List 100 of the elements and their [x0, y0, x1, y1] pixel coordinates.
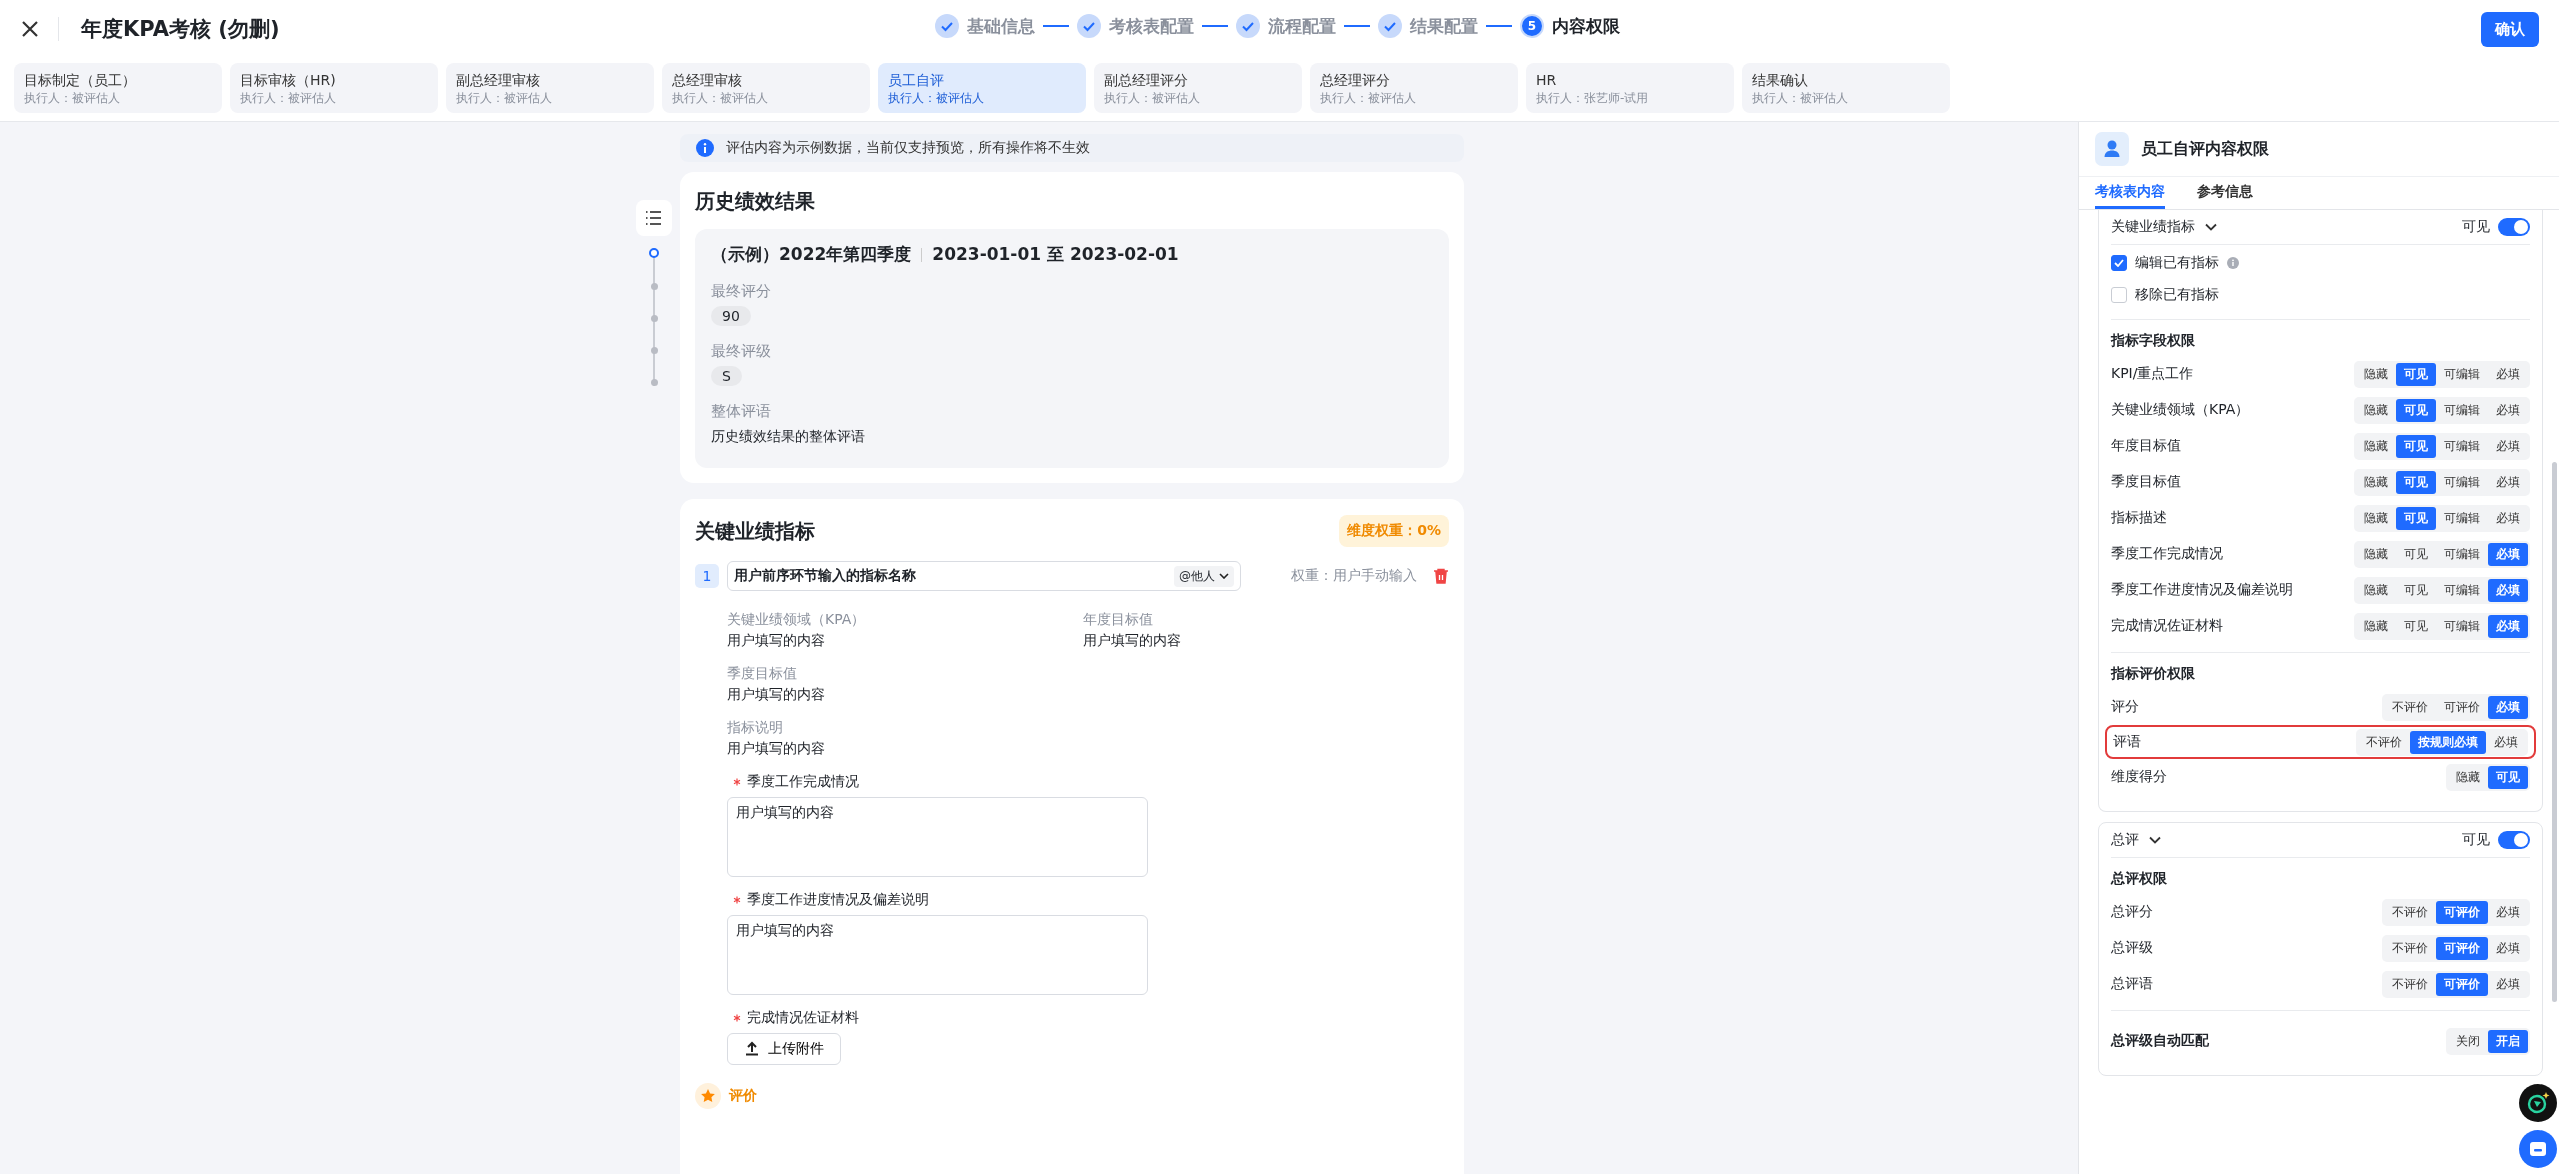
segment-option[interactable]: 可见 [2488, 765, 2528, 789]
stage-label: 员工自评 [888, 71, 945, 90]
chevron-down-icon[interactable] [2149, 836, 2161, 844]
indicator-name-field[interactable]: 用户前序环节输入的指标名称 @他人 [727, 561, 1241, 591]
group-title: 指标评价权限 [2111, 665, 2196, 683]
field-value: 历史绩效结果的整体评语 [711, 428, 866, 446]
stage-tab[interactable]: 总经理审核 执行人：被评估人 [662, 63, 870, 113]
trash-icon[interactable] [1433, 568, 1449, 584]
panel-tab[interactable]: 考核表内容 [2095, 183, 2165, 209]
list-icon[interactable] [636, 200, 672, 236]
checkbox[interactable] [2111, 255, 2127, 271]
stage-tab[interactable]: 总经理评分 执行人：被评估人 [1310, 63, 1518, 113]
panel-tab[interactable]: 参考信息 [2197, 183, 2253, 209]
field-label: 指标说明 [727, 718, 784, 737]
segment-option[interactable]: 可见 [2396, 398, 2436, 422]
segment-option[interactable]: 必填 [2488, 470, 2528, 494]
section-title[interactable]: 总评 [2111, 831, 2139, 849]
close-icon[interactable] [20, 19, 40, 39]
permission-label: 关键业绩领域（KPA） [2111, 401, 2250, 419]
upload-button[interactable]: 上传附件 [727, 1033, 841, 1065]
outline-dot[interactable] [649, 248, 659, 258]
segment-option[interactable]: 必填 [2488, 578, 2528, 602]
segment-option[interactable]: 隐藏 [2356, 362, 2396, 386]
segment-option[interactable]: 可编辑 [2436, 542, 2488, 566]
assistant-button[interactable] [2519, 1084, 2557, 1122]
stage-tab[interactable]: 目标审核（HR) 执行人：被评估人 [230, 63, 438, 113]
chevron-down-icon[interactable] [2205, 223, 2217, 231]
chat-button[interactable] [2519, 1130, 2557, 1168]
toggle-switch[interactable] [2498, 831, 2530, 849]
segment-option[interactable]: 必填 [2488, 506, 2528, 530]
segment-option[interactable]: 隐藏 [2448, 765, 2488, 789]
segment-option[interactable]: 开启 [2488, 1029, 2528, 1053]
scrollbar[interactable] [2552, 462, 2557, 1002]
outline-dot[interactable] [650, 379, 658, 386]
segment-option[interactable]: 必填 [2488, 434, 2528, 458]
segment-option[interactable]: 可见 [2396, 470, 2436, 494]
segment-option[interactable]: 可编辑 [2436, 578, 2488, 602]
segment-option[interactable]: 隐藏 [2356, 398, 2396, 422]
stage-tab[interactable]: 结果确认 执行人：被评估人 [1742, 63, 1950, 113]
outline-dot[interactable] [650, 283, 658, 290]
stage-executor: 执行人：被评估人 [456, 90, 553, 107]
segment-option[interactable]: 可编辑 [2436, 398, 2488, 422]
segment-option[interactable]: 必填 [2488, 614, 2528, 638]
toggle-switch[interactable] [2498, 218, 2530, 236]
segment-option[interactable]: 可编辑 [2436, 614, 2488, 638]
field-label: 完成情况佐证材料 [747, 1009, 859, 1027]
segment-option[interactable]: 隐藏 [2356, 578, 2396, 602]
segment-option[interactable]: 不评价 [2358, 730, 2410, 754]
segment-option[interactable]: 可编辑 [2436, 362, 2488, 386]
stage-tab[interactable]: HR 执行人：张艺师-试用 [1526, 63, 1734, 113]
segment-option[interactable]: 可编辑 [2436, 434, 2488, 458]
segment-option[interactable]: 可评价 [2436, 900, 2488, 924]
permission-label: 维度得分 [2111, 768, 2167, 786]
index-badge: 1 [695, 564, 719, 588]
segment-option[interactable]: 必填 [2488, 972, 2528, 996]
segment-option[interactable]: 可见 [2396, 578, 2436, 602]
stage-tab[interactable]: 目标制定（员工） 执行人：被评估人 [14, 63, 222, 113]
permission-label: 季度工作完成情况 [2111, 545, 2223, 563]
segment-option[interactable]: 可见 [2396, 614, 2436, 638]
segment-option[interactable]: 可见 [2396, 506, 2436, 530]
stage-tab[interactable]: 副总经理审核 执行人：被评估人 [446, 63, 654, 113]
segment-option[interactable]: 可评价 [2436, 695, 2488, 719]
segment-option[interactable]: 必填 [2488, 695, 2528, 719]
step-label[interactable]: 内容权限 [1552, 14, 1620, 38]
segment-option[interactable]: 可评价 [2436, 936, 2488, 960]
segment-option[interactable]: 可见 [2396, 434, 2436, 458]
textarea-field[interactable]: 用户填写的内容 [727, 915, 1148, 995]
segment-option[interactable]: 不评价 [2384, 900, 2436, 924]
segment-option[interactable]: 不评价 [2384, 695, 2436, 719]
segment-option[interactable]: 隐藏 [2356, 614, 2396, 638]
confirm-button[interactable]: 确认 [2481, 11, 2539, 47]
permission-label: KPI/重点工作 [2111, 365, 2194, 383]
segment-option[interactable]: 不评价 [2384, 972, 2436, 996]
outline-dot[interactable] [650, 347, 658, 354]
segment-option[interactable]: 隐藏 [2356, 434, 2396, 458]
segment-option[interactable]: 可编辑 [2436, 470, 2488, 494]
segment-option[interactable]: 隐藏 [2356, 470, 2396, 494]
notice-text: 评估内容为示例数据，当前仅支持预览，所有操作将不生效 [726, 139, 1090, 157]
segment-option[interactable]: 必填 [2488, 362, 2528, 386]
segment-option[interactable]: 可评价 [2436, 972, 2488, 996]
segment-option[interactable]: 隐藏 [2356, 542, 2396, 566]
stage-label: 副总经理评分 [1104, 71, 1189, 90]
segment-option[interactable]: 必填 [2488, 936, 2528, 960]
segment-option[interactable]: 必填 [2488, 900, 2528, 924]
segment-option[interactable]: 按规则必填 [2410, 730, 2486, 754]
textarea-field[interactable]: 用户填写的内容 [727, 797, 1148, 877]
section-title[interactable]: 关键业绩指标 [2111, 218, 2195, 236]
segment-option[interactable]: 隐藏 [2356, 506, 2396, 530]
segment-option[interactable]: 可见 [2396, 362, 2436, 386]
segment-option[interactable]: 可编辑 [2436, 506, 2488, 530]
outline-dot[interactable] [650, 315, 658, 322]
stage-tab[interactable]: 员工自评 执行人：被评估人 [878, 63, 1086, 113]
mention-dropdown[interactable]: @他人 [1174, 565, 1234, 587]
segment-option[interactable]: 必填 [2488, 542, 2528, 566]
segment-option[interactable]: 必填 [2488, 398, 2528, 422]
segment-option[interactable]: 必填 [2486, 730, 2526, 754]
segment-option[interactable]: 关闭 [2448, 1029, 2488, 1053]
segment-option[interactable]: 不评价 [2384, 936, 2436, 960]
stage-tab[interactable]: 副总经理评分 执行人：被评估人 [1094, 63, 1302, 113]
segment-option[interactable]: 可见 [2396, 542, 2436, 566]
